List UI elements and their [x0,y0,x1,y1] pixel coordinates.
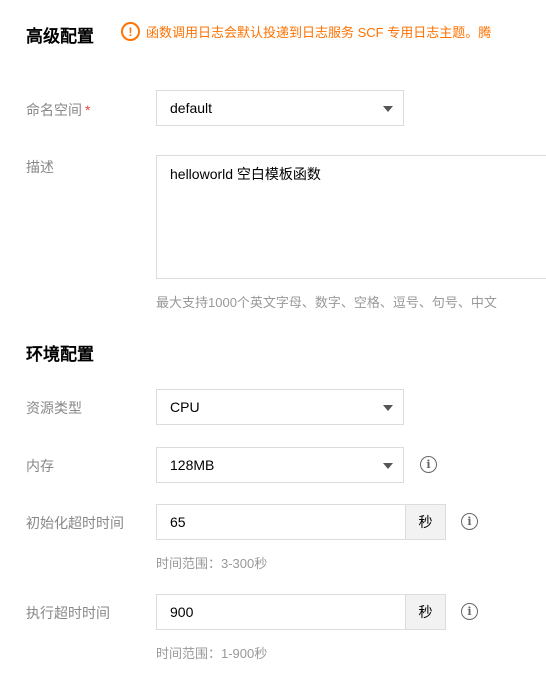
init-timeout-info-icon[interactable]: i [461,513,478,530]
log-delivery-notice: ! 函数调用日志会默认投递到日志服务 SCF 专用日志主题。腾 [121,22,491,41]
exec-timeout-label: 执行超时时间 [26,605,110,621]
chevron-down-icon [383,463,393,469]
function-config-page: 高级配置 ! 函数调用日志会默认投递到日志服务 SCF 专用日志主题。腾 命名空… [0,0,546,678]
namespace-label: 命名空间 * [26,100,90,120]
memory-label: 内存 [26,458,54,474]
init-timeout-input[interactable]: 65 [156,504,406,540]
advanced-config-title: 高级配置 [26,27,94,46]
resource-type-select-value: CPU [170,399,200,415]
description-hint: 最大支持1000个英文字母、数字、空格、逗号、句号、中文 [156,295,497,310]
exec-timeout-info-icon[interactable]: i [461,603,478,620]
warning-circle-icon: ! [121,22,140,41]
namespace-select[interactable]: default [156,90,404,126]
exec-timeout-hint: 时间范围：1-900秒 [156,646,268,661]
memory-select[interactable]: 128MB [156,447,404,483]
namespace-label-text: 命名空间 [26,102,82,118]
resource-type-select[interactable]: CPU [156,389,404,425]
chevron-down-icon [383,106,393,112]
log-delivery-notice-text: 函数调用日志会默认投递到日志服务 SCF 专用日志主题。腾 [146,25,492,40]
exec-timeout-value: 900 [170,604,194,620]
chevron-down-icon [383,405,393,411]
init-timeout-unit: 秒 [405,504,446,540]
memory-info-icon[interactable]: i [420,456,437,473]
init-timeout-hint: 时间范围：3-300秒 [156,556,268,571]
description-textarea[interactable]: helloworld 空白模板函数 [156,155,546,279]
namespace-select-value: default [170,100,213,116]
description-value: helloworld 空白模板函数 [170,166,321,182]
exec-timeout-input[interactable]: 900 [156,594,406,630]
init-timeout-label: 初始化超时时间 [26,515,124,531]
exec-timeout-unit: 秒 [405,594,446,630]
init-timeout-value: 65 [170,514,186,530]
description-label: 描述 [26,159,54,175]
required-mark: * [85,102,91,118]
environment-config-title: 环境配置 [26,345,94,364]
memory-select-value: 128MB [170,457,215,473]
resource-type-label: 资源类型 [26,400,82,416]
